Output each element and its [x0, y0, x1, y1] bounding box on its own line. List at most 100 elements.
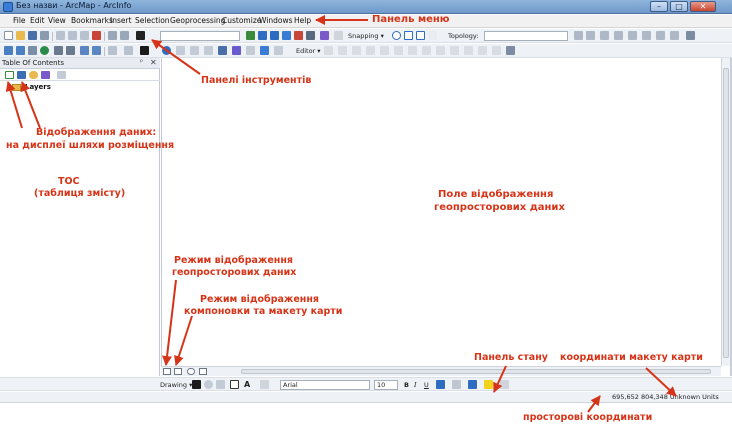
vertex-snapping-icon[interactable]: [416, 31, 425, 40]
find-route-icon[interactable]: [190, 46, 199, 55]
map-scale-combo[interactable]: [160, 31, 240, 41]
full-extent-icon[interactable]: [40, 46, 49, 55]
go-to-xy-icon[interactable]: [204, 46, 213, 55]
redo-icon[interactable]: [120, 31, 129, 40]
vertical-scrollbar[interactable]: [721, 58, 730, 366]
menu-insert[interactable]: Insert: [110, 16, 132, 25]
edit-vertices-icon[interactable]: [394, 46, 403, 55]
save-icon[interactable]: [28, 31, 37, 40]
menu-geoprocessing[interactable]: Geoprocessing: [170, 16, 225, 25]
edge-snapping-icon[interactable]: [428, 31, 437, 40]
attributes-icon[interactable]: [464, 46, 473, 55]
construct-features-icon[interactable]: [614, 31, 623, 40]
drawing-overflow-icon[interactable]: [500, 380, 509, 389]
fixed-zoom-out-icon[interactable]: [66, 46, 75, 55]
python-window-icon[interactable]: [306, 31, 315, 40]
model-builder-icon[interactable]: [320, 31, 329, 40]
toc-close-button[interactable]: ✕: [150, 58, 157, 67]
edit-tool-icon[interactable]: [324, 46, 333, 55]
new-text-tool[interactable]: A: [244, 380, 250, 389]
zoom-out-icon[interactable]: [16, 46, 25, 55]
new-document-icon[interactable]: [4, 31, 13, 40]
list-by-drawing-order-icon[interactable]: [5, 71, 14, 79]
minimize-button[interactable]: –: [650, 1, 668, 12]
topology-overflow-icon[interactable]: [686, 31, 695, 40]
underline-button[interactable]: U: [424, 381, 429, 389]
search-window-icon[interactable]: [282, 31, 291, 40]
table-of-contents-icon[interactable]: [258, 31, 267, 40]
drawing-menu[interactable]: Drawing ▾: [160, 381, 192, 389]
topology-combo[interactable]: [484, 31, 568, 41]
open-folder-icon[interactable]: [16, 31, 25, 40]
toc-options-icon[interactable]: [57, 71, 66, 79]
create-viewer-window-icon[interactable]: [274, 46, 283, 55]
paste-icon[interactable]: [80, 31, 89, 40]
menu-file[interactable]: File: [13, 16, 26, 25]
zoom-in-icon[interactable]: [4, 46, 13, 55]
list-by-selection-icon[interactable]: [41, 71, 50, 79]
zoom-whole-page-icon[interactable]: [216, 380, 225, 389]
clear-selection-icon[interactable]: [124, 46, 133, 55]
horizontal-scroll-thumb[interactable]: [241, 369, 711, 374]
vertical-scroll-thumb[interactable]: [723, 68, 729, 358]
previous-extent-icon[interactable]: [80, 46, 89, 55]
font-size-combo[interactable]: 10: [374, 380, 398, 390]
bold-button[interactable]: B: [404, 381, 409, 389]
data-view-button-icon[interactable]: [163, 368, 171, 375]
line-color-icon[interactable]: [468, 380, 477, 389]
menu-selection[interactable]: Selection: [135, 16, 170, 25]
edit-vertices-drawing-icon[interactable]: [260, 380, 269, 389]
close-window-button[interactable]: ✕: [690, 1, 716, 12]
font-name-combo[interactable]: Arial: [280, 380, 370, 390]
html-popup-icon[interactable]: [246, 46, 255, 55]
editor-overflow-icon[interactable]: [506, 46, 515, 55]
select-elements-icon[interactable]: [140, 46, 149, 55]
menu-view[interactable]: View: [48, 16, 66, 25]
copy-icon[interactable]: [68, 31, 77, 40]
cut-polygons-icon[interactable]: [422, 46, 431, 55]
menu-edit[interactable]: Edit: [30, 16, 45, 25]
print-icon[interactable]: [40, 31, 49, 40]
validate-topology-icon[interactable]: [628, 31, 637, 40]
pause-drawing-icon[interactable]: [199, 368, 207, 375]
trace-icon[interactable]: [366, 46, 375, 55]
select-element-arrow-icon[interactable]: [192, 380, 201, 389]
horizontal-scrollbar[interactable]: [161, 366, 721, 376]
refresh-view-icon[interactable]: [187, 368, 195, 375]
rectangle-tool-icon[interactable]: [230, 380, 239, 389]
list-by-source-icon[interactable]: [17, 71, 26, 79]
error-inspector-icon[interactable]: [656, 31, 665, 40]
editor-menu[interactable]: Editor ▾: [296, 47, 321, 55]
pan-icon[interactable]: [28, 46, 37, 55]
create-features-icon[interactable]: [492, 46, 501, 55]
delete-icon[interactable]: [92, 31, 101, 40]
fixed-zoom-in-icon[interactable]: [54, 46, 63, 55]
straight-segment-icon[interactable]: [352, 46, 361, 55]
hyperlink-icon[interactable]: [232, 46, 241, 55]
cut-icon[interactable]: [56, 31, 65, 40]
edit-annotation-icon[interactable]: [338, 46, 347, 55]
toolbar-options-icon[interactable]: [334, 31, 343, 40]
fix-topology-error-icon[interactable]: [642, 31, 651, 40]
catalog-window-icon[interactable]: [270, 31, 279, 40]
split-tool-icon[interactable]: [436, 46, 445, 55]
reshape-feature-icon[interactable]: [408, 46, 417, 55]
undo-icon[interactable]: [108, 31, 117, 40]
rotate-tool-icon[interactable]: [450, 46, 459, 55]
point-tool-icon[interactable]: [380, 46, 389, 55]
point-snapping-icon[interactable]: [392, 31, 401, 40]
topology-edit-icon[interactable]: [600, 31, 609, 40]
snapping-menu[interactable]: Snapping ▾: [348, 32, 384, 40]
topology-tool-icon[interactable]: [574, 31, 583, 40]
menu-bookmarks[interactable]: Bookmarks: [71, 16, 113, 25]
find-icon[interactable]: [176, 46, 185, 55]
menu-help[interactable]: Help: [294, 16, 311, 25]
menu-customize[interactable]: Customize: [222, 16, 261, 25]
show-shared-features-icon[interactable]: [670, 31, 679, 40]
rotate-element-icon[interactable]: [204, 380, 213, 389]
editor-toolbar-icon[interactable]: [246, 31, 255, 40]
select-by-rectangle-icon[interactable]: [108, 46, 117, 55]
end-snapping-icon[interactable]: [404, 31, 413, 40]
sketch-properties-icon[interactable]: [478, 46, 487, 55]
measure-icon[interactable]: [218, 46, 227, 55]
